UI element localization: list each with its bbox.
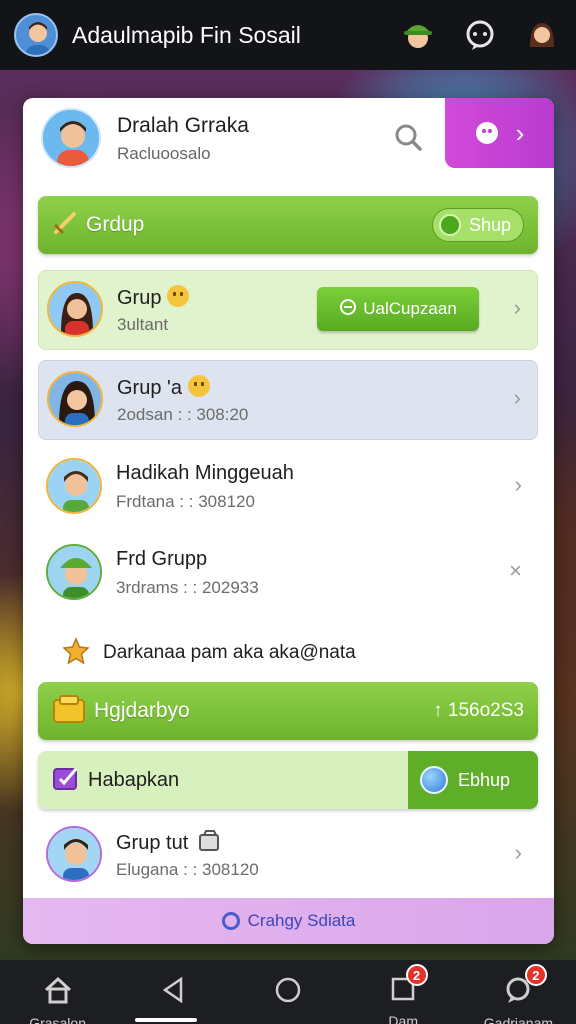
avatar bbox=[46, 458, 102, 514]
nav-item-home[interactable]: Grasalon bbox=[0, 960, 115, 1024]
highlight-bar-label: Hgjdarbyo bbox=[94, 699, 190, 722]
help-bar[interactable]: Habapkan Ebhup bbox=[38, 751, 538, 809]
emoji-icon bbox=[187, 375, 210, 397]
list-item-name: Hadikah Minggeuah bbox=[116, 462, 294, 484]
list-item[interactable]: Frd Grupp 3rdrams : : 202933 × bbox=[38, 534, 538, 614]
group-banner-label: Grdup bbox=[86, 213, 145, 236]
nav-item-home-button[interactable] bbox=[230, 960, 345, 1024]
chevron-right-icon[interactable]: › bbox=[515, 472, 522, 498]
nav-label: Dam bbox=[388, 1013, 418, 1024]
highlight-bar[interactable]: Hgjdarbyo ↑ 156o2S3 bbox=[38, 682, 538, 740]
shup-button[interactable]: Shup bbox=[431, 208, 524, 242]
close-icon[interactable]: × bbox=[509, 558, 522, 584]
list-item-subtitle: 3rdrams : : 202933 bbox=[116, 578, 259, 597]
list-item-subtitle: Elugana : : 308120 bbox=[116, 860, 259, 879]
emoji-icon bbox=[167, 285, 190, 307]
chevron-right-icon: › bbox=[515, 118, 525, 148]
chevron-right-icon[interactable]: › bbox=[515, 840, 522, 866]
smiley-button-icon bbox=[438, 214, 461, 236]
green-hat-avatar-icon[interactable] bbox=[398, 15, 438, 55]
globe-icon bbox=[419, 766, 448, 794]
list-item[interactable]: Grup 'a 2odsan : : 308:20 › bbox=[38, 360, 538, 440]
list-item-action-label: UalCupzaan bbox=[363, 299, 457, 318]
nav-label: Gadrianam bbox=[483, 1015, 554, 1024]
ticket-icon bbox=[52, 765, 80, 796]
profile-avatar[interactable] bbox=[41, 108, 101, 168]
profile-action-pill[interactable]: › bbox=[445, 98, 554, 168]
ring-icon bbox=[221, 912, 240, 930]
home-icon bbox=[43, 976, 73, 1009]
list-item-name: Frd Grupp bbox=[116, 548, 208, 570]
home-indicator bbox=[135, 1018, 197, 1022]
chevron-right-icon[interactable]: › bbox=[514, 385, 521, 411]
back-icon bbox=[161, 976, 185, 1009]
group-banner[interactable]: Grdup Shup bbox=[38, 196, 538, 254]
list-item-name: Grup 'a bbox=[117, 375, 210, 400]
avatar bbox=[46, 544, 102, 600]
profile-header: Dralah Grraka Racluoosalo › bbox=[23, 98, 554, 180]
gold-bars-icon bbox=[52, 694, 86, 729]
avatar bbox=[46, 826, 102, 882]
chat-bubble-icon[interactable] bbox=[460, 15, 500, 55]
footer-label: Crahgy Sdiata bbox=[247, 911, 356, 930]
notice-line[interactable]: Darkanaa pam aka aka@nata bbox=[61, 636, 356, 670]
profile-subtitle: Racluoosalo bbox=[117, 144, 211, 163]
list-item[interactable]: Grup 3ultant UalCupzaan › bbox=[38, 270, 538, 350]
panel-footer[interactable]: Crahgy Sdiata bbox=[23, 898, 554, 944]
notification-badge: 2 bbox=[405, 964, 428, 986]
ebhup-button[interactable]: Ebhup bbox=[419, 766, 524, 794]
profile-avatar-icon[interactable] bbox=[522, 15, 562, 55]
ebhup-button-label: Ebhup bbox=[457, 769, 510, 790]
shup-button-label: Shup bbox=[468, 214, 511, 235]
list-item-action-button[interactable]: UalCupzaan bbox=[317, 287, 479, 331]
smiley-icon bbox=[475, 122, 498, 144]
top-app-bar: Adaulmapib Fin Sosail bbox=[0, 0, 576, 70]
list-item-name: Grup bbox=[117, 285, 190, 310]
app-title: Adaulmapib Fin Sosail bbox=[72, 21, 301, 48]
notification-badge: 2 bbox=[524, 964, 547, 986]
avatar bbox=[47, 281, 103, 337]
notice-text: Darkanaa pam aka aka@nata bbox=[103, 642, 356, 663]
list-item-name: Grup tut bbox=[116, 830, 220, 858]
nav-item-back[interactable] bbox=[115, 960, 230, 1024]
list-item[interactable]: Grup tut Elugana : : 308120 › bbox=[38, 816, 538, 896]
highlight-bar-value: ↑ 156o2S3 bbox=[433, 700, 524, 721]
clock-icon bbox=[339, 298, 357, 321]
nav-item-dam[interactable]: 2 Dam bbox=[346, 960, 461, 1024]
list-item-subtitle: 2odsan : : 308:20 bbox=[117, 405, 249, 424]
star-icon bbox=[61, 636, 91, 670]
list-item-subtitle: Frdtana : : 308120 bbox=[116, 492, 255, 511]
user-avatar-icon[interactable] bbox=[14, 13, 58, 57]
profile-name: Dralah Grraka bbox=[117, 114, 249, 137]
bottom-nav: Grasalon 2 Dam 2 Gadrianam bbox=[0, 960, 576, 1024]
group-panel: Dralah Grraka Racluoosalo › Grdup Shup G… bbox=[23, 98, 554, 944]
avatar bbox=[47, 371, 103, 427]
sword-icon bbox=[52, 210, 78, 241]
chevron-right-icon[interactable]: › bbox=[514, 295, 521, 321]
nav-label: Grasalon bbox=[29, 1015, 86, 1024]
search-icon[interactable] bbox=[391, 120, 425, 154]
nav-item-chat[interactable]: 2 Gadrianam bbox=[461, 960, 576, 1024]
box-icon bbox=[198, 830, 220, 858]
help-bar-label: Habapkan bbox=[88, 768, 180, 791]
list-item-subtitle: 3ultant bbox=[117, 315, 169, 334]
list-item[interactable]: Hadikah Minggeuah Frdtana : : 308120 › bbox=[38, 448, 538, 528]
circle-home-icon bbox=[274, 976, 302, 1009]
